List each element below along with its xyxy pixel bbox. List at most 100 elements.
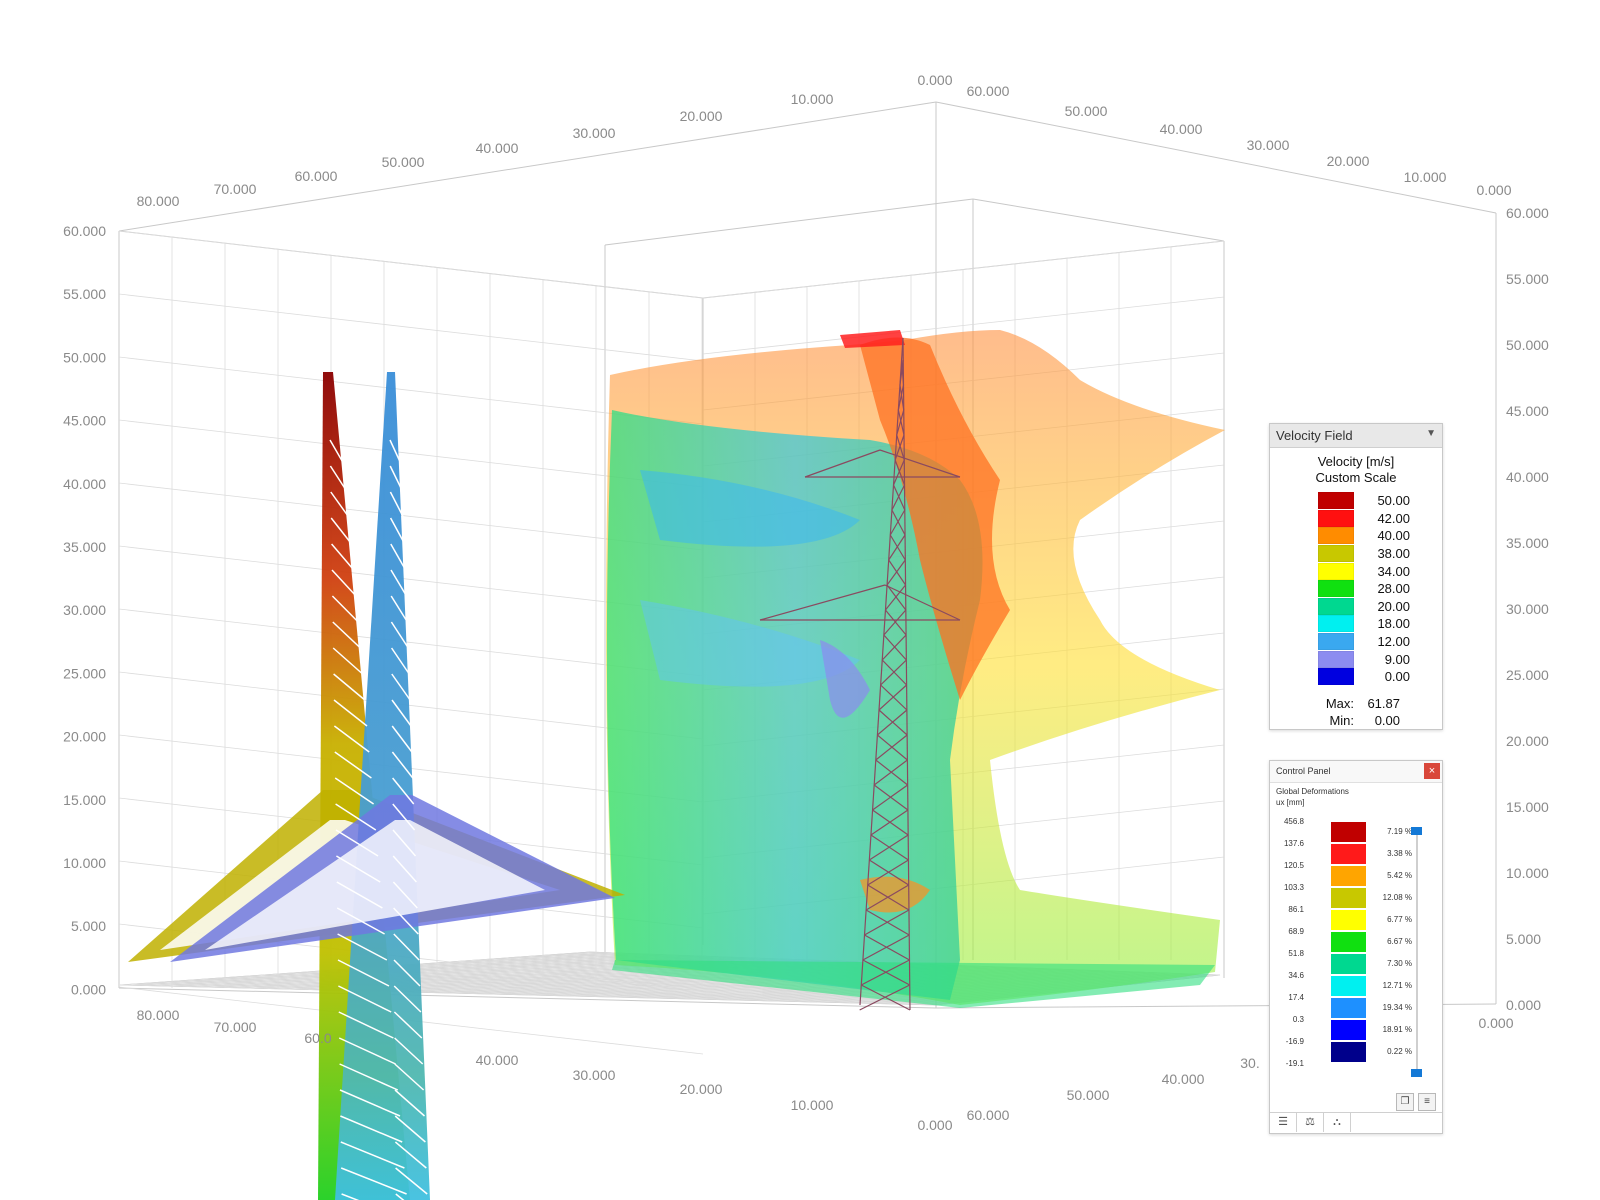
deformation-color-band	[1331, 888, 1366, 908]
legend-value: 9.00	[1384, 651, 1410, 667]
deformation-color-band	[1331, 954, 1366, 974]
deformation-value: 86.1	[1288, 905, 1304, 914]
axis-tick-label: 30.000	[1506, 601, 1549, 617]
color-swatch	[1318, 545, 1354, 563]
velocity-legend-row: 34.00	[1318, 562, 1442, 580]
color-swatch	[1318, 527, 1354, 545]
deformation-percent: 6.67 %	[1387, 937, 1412, 946]
axis-tick-label: 60.000	[295, 168, 338, 184]
deformation-value: 51.8	[1288, 949, 1304, 958]
velocity-legend-row: 28.00	[1318, 580, 1442, 598]
color-swatch	[1318, 492, 1354, 510]
axis-tick-label: 40.000	[1162, 1071, 1205, 1087]
velocity-panel-title: Velocity Field	[1276, 428, 1353, 443]
range-slider[interactable]	[1411, 827, 1422, 1077]
axis-tick-label: 0.000	[1478, 1015, 1513, 1031]
deformation-color-band	[1331, 910, 1366, 930]
velocity-field-panel: Velocity Field ▼ Velocity [m/s] Custom S…	[1269, 423, 1443, 730]
axis-tick-label: 20.000	[680, 108, 723, 124]
close-button[interactable]: ×	[1424, 763, 1440, 779]
axis-tick-label: 0.000	[1476, 182, 1511, 198]
velocity-quantity-label: Velocity [m/s]	[1317, 454, 1395, 469]
slider-max-handle[interactable]	[1411, 827, 1422, 835]
axis-tick-label: 50.000	[382, 154, 425, 170]
axis-tick-label: 50.000	[63, 349, 106, 365]
axis-tick-label: 20.000	[1327, 153, 1370, 169]
deformation-percent: 0.22 %	[1387, 1047, 1412, 1056]
axis-tick-label: 25.000	[1506, 667, 1549, 683]
deformation-percent: 7.19 %	[1387, 827, 1412, 836]
color-swatch	[1318, 509, 1354, 527]
deformation-color-band	[1331, 1020, 1366, 1040]
axis-tick-label: 15.000	[63, 792, 106, 808]
axis-tick-label: 35.000	[1506, 535, 1549, 551]
axis-tick-label: 10.000	[1404, 169, 1447, 185]
slider-min-handle[interactable]	[1411, 1069, 1422, 1077]
axis-tick-label: 5.000	[71, 918, 106, 934]
control-panel-header: Control Panel ×	[1270, 761, 1442, 783]
axis-tick-label: 30.000	[573, 125, 616, 141]
axis-tick-label: 0.000	[917, 72, 952, 88]
deformation-value: 0.3	[1292, 1015, 1304, 1024]
color-scale-tab[interactable]: ☰	[1270, 1113, 1297, 1132]
axis-tick-label: 80.000	[137, 193, 180, 209]
velocity-legend-row: 38.00	[1318, 545, 1442, 563]
axis-tick-label: 55.000	[63, 286, 106, 302]
deformation-value: 34.6	[1288, 971, 1304, 980]
deformation-percent: 6.77 %	[1387, 915, 1412, 924]
axis-tick-label: 10.000	[791, 1097, 834, 1113]
velocity-legend-row: 20.00	[1318, 597, 1442, 616]
axis-tick-label: 30.000	[573, 1067, 616, 1083]
axis-tick-label: 25.000	[63, 665, 106, 681]
velocity-stats: Max: 61.87 Min: 0.00	[1270, 696, 1442, 730]
axis-tick-label: 60.000	[967, 83, 1010, 99]
legend-value: 18.00	[1377, 616, 1410, 632]
axis-tick-label: 40.000	[1160, 121, 1203, 137]
legend-settings-icon[interactable]: ≡	[1418, 1093, 1436, 1111]
deformation-color-band	[1331, 844, 1366, 864]
velocity-scale-label: Custom Scale	[1315, 470, 1397, 485]
deformation-percent: 19.34 %	[1382, 1003, 1412, 1012]
color-swatch	[1318, 633, 1354, 651]
velocity-legend-row: 12.00	[1318, 633, 1442, 651]
deformation-value: 17.4	[1288, 993, 1304, 1002]
deformation-value: 103.3	[1283, 883, 1304, 892]
axis-tick-label: 45.000	[63, 413, 106, 429]
axis-tick-label: 60.000	[967, 1107, 1010, 1123]
axis-tick-label: 5.000	[1506, 931, 1541, 947]
min-value: 0.00	[1374, 712, 1400, 728]
balance-tab[interactable]: ⚖	[1297, 1113, 1324, 1132]
deformation-percent: 7.30 %	[1387, 959, 1412, 968]
axis-tick-label: 50.000	[1065, 103, 1108, 119]
axis-tick-label: 70.000	[214, 181, 257, 197]
axis-tick-label: 45.000	[1506, 403, 1549, 419]
legend-value: 40.00	[1377, 528, 1410, 544]
axis-tick-label: 40.000	[1506, 469, 1549, 485]
axis-tick-label: 60.000	[1506, 205, 1549, 221]
velocity-legend-row: 0.00	[1318, 668, 1442, 686]
control-panel-tabs: ☰ ⚖ ⛬	[1270, 1112, 1442, 1133]
axis-tick-label: 50.000	[1506, 337, 1549, 353]
filter-tab[interactable]: ⛬	[1324, 1113, 1351, 1132]
legend-value: 12.00	[1377, 634, 1410, 650]
color-swatch	[1318, 668, 1354, 686]
velocity-legend: 50.00 42.00 40.00 38.00 34.00 28.00 20.00 18.00…	[1318, 492, 1442, 686]
axis-tick-label: 10.000	[791, 91, 834, 107]
axis-tick-label: 35.000	[63, 539, 106, 555]
control-panel-toolbar: ❐ ≡	[1396, 1093, 1436, 1111]
deformation-type-label: Global Deformations	[1276, 787, 1349, 796]
axis-tick-label: 40.000	[476, 1052, 519, 1068]
control-panel: Control Panel × Global Deformations ux […	[1269, 760, 1443, 1134]
min-label: Min:	[1329, 712, 1354, 728]
copy-icon[interactable]: ❐	[1396, 1093, 1414, 1111]
velocity-panel-header: Velocity Field ▼	[1270, 424, 1442, 448]
axis-tick-label: 0.000	[1506, 997, 1541, 1013]
deformation-color-band	[1331, 932, 1366, 952]
deformation-percent: 12.71 %	[1382, 981, 1412, 990]
deformation-value: -16.9	[1285, 1037, 1304, 1046]
deformation-percent: 5.42 %	[1387, 871, 1412, 880]
axis-tick-label: 10.000	[1506, 865, 1549, 881]
deformation-value: 456.8	[1283, 817, 1304, 826]
chevron-down-icon[interactable]: ▼	[1426, 428, 1436, 439]
velocity-field-surface	[606, 330, 1225, 1008]
